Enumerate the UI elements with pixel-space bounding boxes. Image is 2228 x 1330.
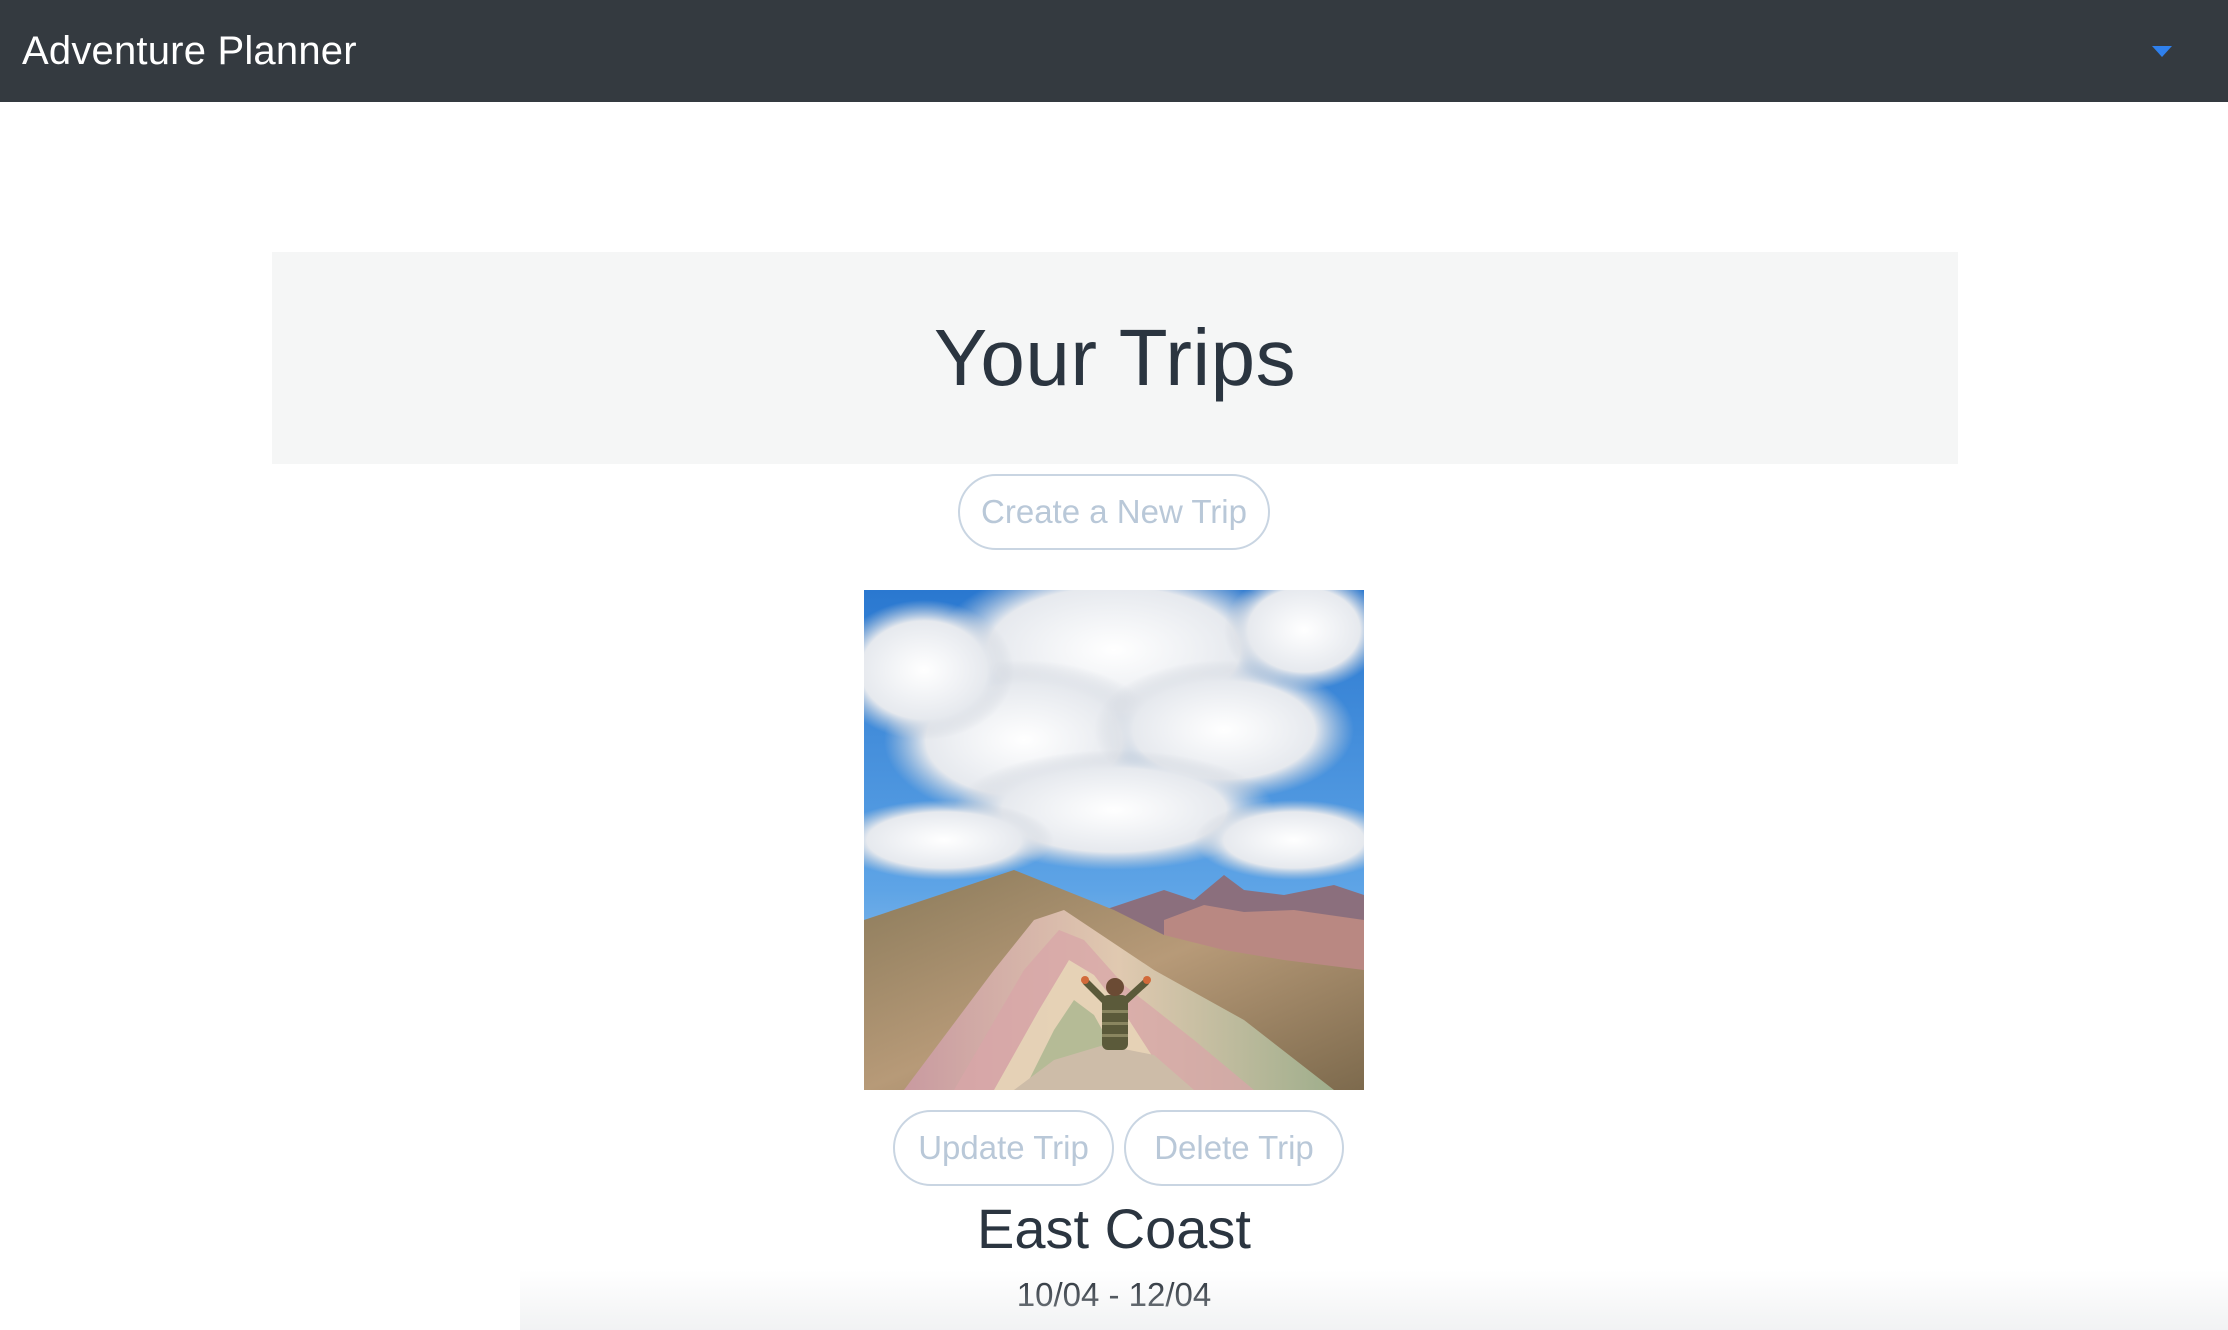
create-trip-button[interactable]: Create a New Trip [958, 474, 1270, 550]
trips-header-banner: Your Trips [272, 252, 1958, 464]
navbar-dropdown-toggle[interactable] [2140, 29, 2184, 73]
page-title: Your Trips [933, 313, 1297, 402]
trip-dates: 10/04 - 12/04 [1016, 1276, 1212, 1313]
scroll-shadow [520, 1270, 2228, 1330]
mountain-photo-image [864, 590, 1364, 1090]
trip-title: East Coast [977, 1197, 1251, 1260]
top-navbar: Adventure Planner [0, 0, 2228, 102]
update-trip-button[interactable]: Update Trip [893, 1110, 1114, 1186]
trip-photo [864, 590, 1364, 1090]
brand-link[interactable]: Adventure Planner [22, 29, 357, 74]
caret-down-icon [2152, 45, 2172, 57]
delete-trip-button[interactable]: Delete Trip [1124, 1110, 1344, 1186]
